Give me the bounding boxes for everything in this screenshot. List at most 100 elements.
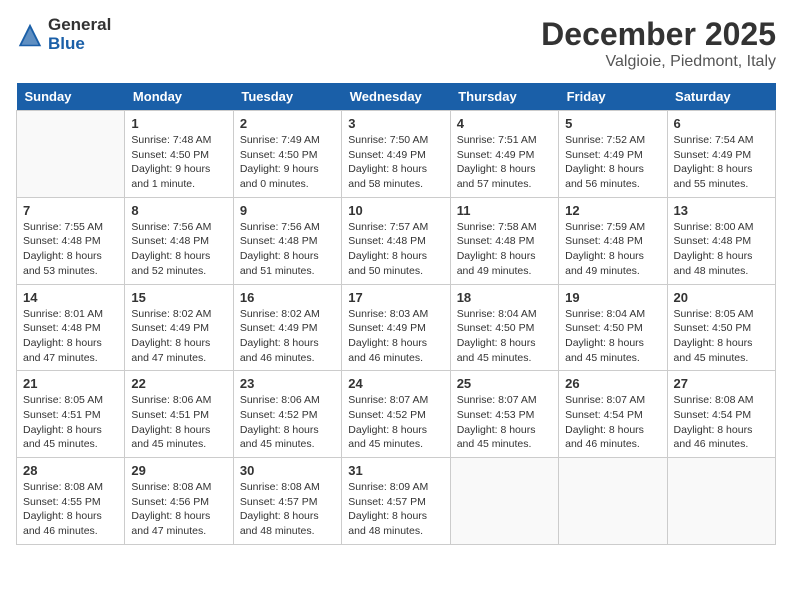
day-info: Sunrise: 7:54 AMSunset: 4:49 PMDaylight:… <box>674 133 769 192</box>
day-number: 3 <box>348 116 443 131</box>
day-number: 7 <box>23 203 118 218</box>
day-info: Sunrise: 7:51 AMSunset: 4:49 PMDaylight:… <box>457 133 552 192</box>
calendar-week-row: 28 Sunrise: 8:08 AMSunset: 4:55 PMDayligh… <box>17 458 776 545</box>
calendar-cell <box>667 458 775 545</box>
calendar-cell: 22Sunrise: 8:06 AMSunset: 4:51 PMDayligh… <box>125 371 233 458</box>
calendar-cell: 24Sunrise: 8:07 AMSunset: 4:52 PMDayligh… <box>342 371 450 458</box>
calendar-cell: 25 Sunrise: 8:07 AMSunset: 4:53 PMDayligh… <box>450 371 558 458</box>
day-number: 6 <box>674 116 769 131</box>
calendar-cell: 27 Sunrise: 8:08 AMSunset: 4:54 PMDayligh… <box>667 371 775 458</box>
day-number: 13 <box>674 203 769 218</box>
day-number: 2 <box>240 116 335 131</box>
logo-icon <box>16 21 44 49</box>
day-number: 23 <box>240 376 335 391</box>
day-info: Sunrise: 7:50 AMSunset: 4:49 PMDaylight:… <box>348 133 443 192</box>
day-info: Sunrise: 8:04 AMSunset: 4:50 PMDaylight:… <box>565 307 660 366</box>
day-info: Sunrise: 7:55 AMSunset: 4:48 PMDaylight:… <box>23 220 118 279</box>
day-number: 29 <box>131 463 226 478</box>
day-info: Sunrise: 8:09 AMSunset: 4:57 PMDaylight:… <box>348 480 443 539</box>
day-info: Sunrise: 8:02 AMSunset: 4:49 PMDaylight:… <box>131 307 226 366</box>
day-number: 21 <box>23 376 118 391</box>
calendar-week-row: 21 Sunrise: 8:05 AMSunset: 4:51 PMDayligh… <box>17 371 776 458</box>
day-number: 17 <box>348 290 443 305</box>
calendar-cell: 29 Sunrise: 8:08 AMSunset: 4:56 PMDayligh… <box>125 458 233 545</box>
calendar-cell: 23 Sunrise: 8:06 AMSunset: 4:52 PMDayligh… <box>233 371 341 458</box>
day-info: Sunrise: 8:07 AMSunset: 4:54 PMDaylight:… <box>565 393 660 452</box>
calendar-cell: 26 Sunrise: 8:07 AMSunset: 4:54 PMDayligh… <box>559 371 667 458</box>
calendar-cell: 4 Sunrise: 7:51 AMSunset: 4:49 PMDaylight… <box>450 111 558 198</box>
calendar-cell: 6 Sunrise: 7:54 AMSunset: 4:49 PMDaylight… <box>667 111 775 198</box>
day-info: Sunrise: 8:08 AMSunset: 4:55 PMDaylight:… <box>23 480 118 539</box>
day-of-week-header: Wednesday <box>342 83 450 111</box>
day-number: 18 <box>457 290 552 305</box>
day-number: 4 <box>457 116 552 131</box>
day-info: Sunrise: 8:02 AMSunset: 4:49 PMDaylight:… <box>240 307 335 366</box>
calendar-cell: 14 Sunrise: 8:01 AMSunset: 4:48 PMDayligh… <box>17 284 125 371</box>
day-info: Sunrise: 7:52 AMSunset: 4:49 PMDaylight:… <box>565 133 660 192</box>
calendar-cell: 9Sunrise: 7:56 AMSunset: 4:48 PMDaylight… <box>233 197 341 284</box>
day-info: Sunrise: 8:07 AMSunset: 4:53 PMDaylight:… <box>457 393 552 452</box>
day-info: Sunrise: 8:05 AMSunset: 4:50 PMDaylight:… <box>674 307 769 366</box>
day-info: Sunrise: 8:00 AMSunset: 4:48 PMDaylight:… <box>674 220 769 279</box>
calendar-cell: 5Sunrise: 7:52 AMSunset: 4:49 PMDaylight… <box>559 111 667 198</box>
day-number: 22 <box>131 376 226 391</box>
calendar-cell: 16 Sunrise: 8:02 AMSunset: 4:49 PMDayligh… <box>233 284 341 371</box>
day-info: Sunrise: 8:08 AMSunset: 4:56 PMDaylight:… <box>131 480 226 539</box>
month-title: December 2025 <box>541 16 776 53</box>
day-number: 25 <box>457 376 552 391</box>
calendar-cell: 13 Sunrise: 8:00 AMSunset: 4:48 PMDayligh… <box>667 197 775 284</box>
day-of-week-header: Saturday <box>667 83 775 111</box>
calendar-week-row: 1 Sunrise: 7:48 AMSunset: 4:50 PMDaylight… <box>17 111 776 198</box>
day-number: 27 <box>674 376 769 391</box>
day-number: 9 <box>240 203 335 218</box>
calendar-cell: 8Sunrise: 7:56 AMSunset: 4:48 PMDaylight… <box>125 197 233 284</box>
day-of-week-header: Friday <box>559 83 667 111</box>
calendar-cell: 15 Sunrise: 8:02 AMSunset: 4:49 PMDayligh… <box>125 284 233 371</box>
day-of-week-header: Monday <box>125 83 233 111</box>
calendar-cell <box>559 458 667 545</box>
day-number: 24 <box>348 376 443 391</box>
calendar-cell: 31 Sunrise: 8:09 AMSunset: 4:57 PMDayligh… <box>342 458 450 545</box>
calendar-cell: 19Sunrise: 8:04 AMSunset: 4:50 PMDayligh… <box>559 284 667 371</box>
day-number: 26 <box>565 376 660 391</box>
calendar-header-row: SundayMondayTuesdayWednesdayThursdayFrid… <box>17 83 776 111</box>
calendar-cell: 30 Sunrise: 8:08 AMSunset: 4:57 PMDayligh… <box>233 458 341 545</box>
day-number: 12 <box>565 203 660 218</box>
day-info: Sunrise: 8:08 AMSunset: 4:54 PMDaylight:… <box>674 393 769 452</box>
calendar-cell: 10 Sunrise: 7:57 AMSunset: 4:48 PMDayligh… <box>342 197 450 284</box>
day-info: Sunrise: 7:57 AMSunset: 4:48 PMDaylight:… <box>348 220 443 279</box>
calendar-cell <box>17 111 125 198</box>
logo-blue: Blue <box>48 35 111 54</box>
calendar-week-row: 7 Sunrise: 7:55 AMSunset: 4:48 PMDaylight… <box>17 197 776 284</box>
calendar: SundayMondayTuesdayWednesdayThursdayFrid… <box>16 83 776 545</box>
day-number: 28 <box>23 463 118 478</box>
calendar-cell <box>450 458 558 545</box>
day-of-week-header: Tuesday <box>233 83 341 111</box>
day-info: Sunrise: 7:56 AMSunset: 4:48 PMDaylight:… <box>131 220 226 279</box>
day-info: Sunrise: 7:48 AMSunset: 4:50 PMDaylight:… <box>131 133 226 192</box>
day-info: Sunrise: 7:59 AMSunset: 4:48 PMDaylight:… <box>565 220 660 279</box>
day-number: 14 <box>23 290 118 305</box>
calendar-cell: 21 Sunrise: 8:05 AMSunset: 4:51 PMDayligh… <box>17 371 125 458</box>
day-number: 31 <box>348 463 443 478</box>
day-number: 10 <box>348 203 443 218</box>
day-number: 20 <box>674 290 769 305</box>
header: General Blue December 2025 Valgioie, Pie… <box>16 16 776 71</box>
day-info: Sunrise: 8:06 AMSunset: 4:52 PMDaylight:… <box>240 393 335 452</box>
day-number: 16 <box>240 290 335 305</box>
calendar-cell: 11Sunrise: 7:58 AMSunset: 4:48 PMDayligh… <box>450 197 558 284</box>
logo-general: General <box>48 16 111 35</box>
calendar-cell: 28 Sunrise: 8:08 AMSunset: 4:55 PMDayligh… <box>17 458 125 545</box>
logo: General Blue <box>16 16 111 53</box>
calendar-cell: 3 Sunrise: 7:50 AMSunset: 4:49 PMDaylight… <box>342 111 450 198</box>
day-info: Sunrise: 7:49 AMSunset: 4:50 PMDaylight:… <box>240 133 335 192</box>
calendar-cell: 7 Sunrise: 7:55 AMSunset: 4:48 PMDaylight… <box>17 197 125 284</box>
day-number: 15 <box>131 290 226 305</box>
day-info: Sunrise: 8:05 AMSunset: 4:51 PMDaylight:… <box>23 393 118 452</box>
day-info: Sunrise: 8:01 AMSunset: 4:48 PMDaylight:… <box>23 307 118 366</box>
day-number: 30 <box>240 463 335 478</box>
day-number: 1 <box>131 116 226 131</box>
calendar-cell: 2 Sunrise: 7:49 AMSunset: 4:50 PMDaylight… <box>233 111 341 198</box>
day-of-week-header: Sunday <box>17 83 125 111</box>
day-info: Sunrise: 8:08 AMSunset: 4:57 PMDaylight:… <box>240 480 335 539</box>
